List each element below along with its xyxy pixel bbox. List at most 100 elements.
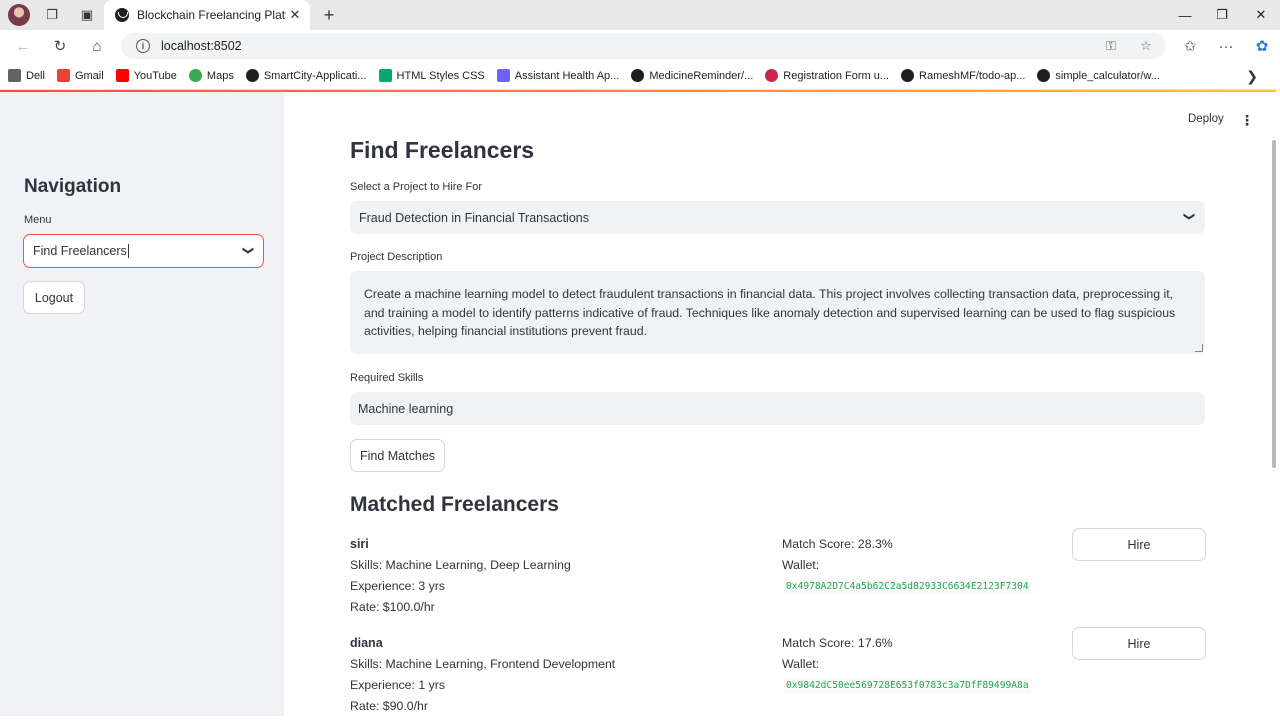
menu-select-value: Find Freelancers — [33, 244, 127, 258]
bookmark-item[interactable]: Registration Form u... — [765, 69, 889, 82]
skills-input[interactable]: Machine learning — [350, 392, 1205, 425]
minimize-icon[interactable]: — — [1173, 4, 1197, 26]
freelancer-name: siri — [350, 537, 369, 551]
bookmark-label: Registration Form u... — [783, 69, 890, 82]
menu-label: Menu — [24, 214, 52, 226]
freelancer-skills: Skills: Machine Learning, Frontend Devel… — [350, 657, 616, 671]
resize-handle-icon[interactable] — [1195, 344, 1203, 352]
favorite-star-icon[interactable]: ☆ — [1137, 37, 1155, 55]
menu-select[interactable]: Find Freelancers ❯ — [23, 234, 264, 268]
chevron-down-icon[interactable]: ❯ — [1183, 212, 1196, 221]
bookmark-item[interactable]: Dell — [8, 69, 45, 82]
bookmark-label: Maps — [206, 69, 234, 82]
chevron-down-icon[interactable]: ❯ — [242, 246, 255, 255]
maps-icon — [188, 69, 202, 82]
hire-button[interactable]: Hire — [1072, 528, 1206, 561]
description-label: Project Description — [350, 251, 443, 263]
scrollbar-thumb[interactable] — [1272, 140, 1276, 468]
freelancer-rate: Rate: $100.0/hr — [350, 600, 435, 614]
url-bar[interactable]: i localhost:8502 ⚿ ☆ — [121, 33, 1166, 59]
main-menu-icon[interactable]: ⋮ — [1240, 112, 1254, 129]
github-icon — [901, 69, 915, 82]
w3schools-icon — [378, 69, 392, 82]
bookmark-label: Assistant Health Ap... — [514, 69, 620, 82]
wallet-label: Wallet: — [782, 657, 820, 671]
new-tab-icon[interactable]: + — [318, 4, 340, 26]
project-select[interactable]: Fraud Detection in Financial Transaction… — [350, 201, 1205, 234]
folder-icon — [8, 69, 21, 82]
main-content: Deploy ⋮ Find Freelancers Select a Proje… — [284, 92, 1276, 716]
browser-tab[interactable]: Blockchain Freelancing Platform ✕ — [104, 0, 310, 30]
freelancer-card: diana Skills: Machine Learning, Frontend… — [350, 627, 1210, 716]
bookmark-item[interactable]: Assistant Health Ap... — [496, 69, 620, 82]
freelancer-skills: Skills: Machine Learning, Deep Learning — [350, 558, 571, 572]
reload-icon[interactable]: ↻ — [49, 36, 71, 56]
freelancer-card: siri Skills: Machine Learning, Deep Lear… — [350, 528, 1210, 627]
address-bar-row: ← ↻ ⌂ i localhost:8502 ⚿ ☆ ✩ ··· ✿ — [0, 30, 1280, 62]
sidebar-heading: Navigation — [24, 176, 122, 197]
github-icon — [1037, 69, 1051, 82]
bookmark-label: simple_calculator/w... — [1055, 69, 1160, 82]
bookmark-item[interactable]: Gmail — [56, 69, 104, 82]
bookmark-label: RameshMF/todo-ap... — [919, 69, 1026, 82]
bookmark-item[interactable]: MedicineReminder/... — [631, 69, 753, 82]
tab-actions-icon[interactable]: ▣ — [76, 5, 98, 25]
bookmark-label: SmartCity-Applicati... — [263, 69, 367, 82]
copilot-icon[interactable]: ✿ — [1251, 36, 1273, 56]
bookmark-item[interactable]: simple_calculator/w... — [1037, 69, 1160, 82]
github-icon — [631, 69, 645, 82]
bookmark-item[interactable]: YouTube — [115, 69, 177, 82]
form-icon — [765, 69, 779, 82]
bookmark-label: Gmail — [74, 69, 104, 82]
app-icon — [496, 69, 510, 82]
hire-button[interactable]: Hire — [1072, 627, 1206, 660]
bookmark-label: YouTube — [133, 69, 177, 82]
maximize-icon[interactable]: ❐ — [1210, 4, 1234, 26]
match-score: Match Score: 17.6% — [782, 636, 893, 650]
wallet-label: Wallet: — [782, 558, 820, 572]
freelancer-name: diana — [350, 636, 383, 650]
description-text: Create a machine learning model to detec… — [364, 287, 1176, 338]
sidebar: Navigation Menu Find Freelancers ❯ Logou… — [0, 92, 284, 716]
logout-button[interactable]: Logout — [23, 281, 85, 314]
back-icon[interactable]: ← — [12, 36, 34, 56]
bookmark-item[interactable]: HTML Styles CSS — [378, 69, 485, 82]
window-close-icon[interactable]: ✕ — [1249, 4, 1273, 26]
streamlit-favicon-icon — [115, 8, 129, 22]
bookmarks-overflow-icon[interactable]: ❯ — [1246, 68, 1258, 85]
description-textarea[interactable]: Create a machine learning model to detec… — [350, 271, 1205, 354]
find-matches-button[interactable]: Find Matches — [350, 439, 445, 472]
freelancer-rate: Rate: $90.0/hr — [350, 699, 428, 713]
youtube-icon — [115, 69, 129, 82]
text-cursor — [127, 244, 129, 258]
freelancer-experience: Experience: 1 yrs — [350, 678, 446, 692]
matched-heading: Matched Freelancers — [350, 493, 559, 516]
favorites-icon[interactable]: ✩ — [1179, 36, 1201, 56]
bookmark-label: HTML Styles CSS — [396, 69, 485, 82]
url-text[interactable]: localhost:8502 — [161, 39, 242, 53]
bookmark-item[interactable]: Maps — [188, 69, 234, 82]
browser-tab-bar: ❐ ▣ Blockchain Freelancing Platform ✕ + … — [0, 0, 1280, 30]
skills-label: Required Skills — [350, 372, 424, 384]
more-options-icon[interactable]: ··· — [1215, 36, 1237, 56]
match-score: Match Score: 28.3% — [782, 537, 893, 551]
deploy-button[interactable]: Deploy — [1188, 113, 1224, 125]
skills-input-value: Machine learning — [358, 401, 454, 416]
tab-title: Blockchain Freelancing Platform — [137, 8, 286, 22]
bookmark-item[interactable]: RameshMF/todo-ap... — [901, 69, 1025, 82]
github-icon — [245, 69, 259, 82]
bookmark-label: MedicineReminder/... — [649, 69, 754, 82]
password-key-icon[interactable]: ⚿ — [1102, 37, 1120, 55]
freelancer-experience: Experience: 3 yrs — [350, 579, 446, 593]
home-icon[interactable]: ⌂ — [86, 36, 108, 56]
page-title: Find Freelancers — [350, 137, 535, 163]
close-tab-icon[interactable]: ✕ — [286, 7, 304, 23]
site-info-icon[interactable]: i — [136, 39, 150, 53]
workspaces-icon[interactable]: ❐ — [41, 5, 63, 25]
project-select-value: Fraud Detection in Financial Transaction… — [359, 210, 589, 225]
bookmark-label: Dell — [26, 69, 45, 82]
profile-avatar[interactable] — [8, 4, 30, 26]
project-select-label: Select a Project to Hire For — [350, 181, 483, 193]
bookmark-item[interactable]: SmartCity-Applicati... — [245, 69, 367, 82]
wallet-address: 0x4978A2D7C4a5b62C2a5d82933C6634E2123F73… — [784, 579, 1031, 594]
